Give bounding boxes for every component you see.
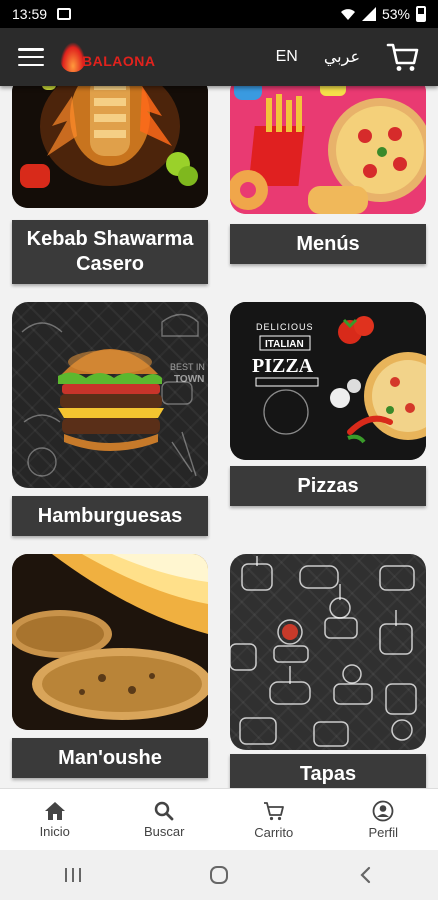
tapas-artwork xyxy=(230,556,417,747)
manoushe-artwork xyxy=(12,554,208,730)
nav-buscar[interactable]: Buscar xyxy=(110,789,220,850)
pizza-text-small: DELICIOUS xyxy=(256,322,314,332)
pizza-artwork: DELICIOUS ITALIAN PIZZA xyxy=(230,302,426,460)
burger-text-line2: TOWN xyxy=(174,374,204,385)
category-card-hamburguesas[interactable]: BEST IN TOWN Hamburguesas xyxy=(12,302,208,536)
app-header: BALAONA EN عربي xyxy=(0,28,438,86)
battery-percent: 53% xyxy=(381,6,410,22)
battery-icon xyxy=(416,6,426,22)
pizza-text-big: PIZZA xyxy=(252,355,314,377)
recents-button[interactable] xyxy=(53,860,93,890)
brand-logo[interactable]: BALAONA xyxy=(60,42,156,72)
home-icon xyxy=(44,801,65,820)
category-grid: Kebab Shawarma Casero Menús BEST IN TOWN… xyxy=(0,86,438,788)
recents-icon xyxy=(65,868,81,882)
category-label: Hamburguesas xyxy=(12,496,208,536)
brand-name: BALAONA xyxy=(82,53,156,69)
home-circle-icon xyxy=(210,866,228,884)
wifi-icon xyxy=(340,9,355,20)
status-bar: 13:59 53% xyxy=(0,0,438,28)
nav-label: Buscar xyxy=(144,823,185,839)
lang-en-button[interactable]: EN xyxy=(276,48,298,66)
category-card-pizzas[interactable]: DELICIOUS ITALIAN PIZZA Pizzas xyxy=(230,302,426,512)
profile-icon xyxy=(372,800,394,821)
category-label: Kebab Shawarma Casero xyxy=(12,220,208,284)
nav-carrito[interactable]: Carrito xyxy=(219,789,329,850)
category-label: Pizzas xyxy=(230,466,426,506)
status-time: 13:59 xyxy=(12,6,48,22)
menu-bar xyxy=(18,48,44,51)
cart-icon[interactable] xyxy=(386,40,420,74)
category-label: Menús xyxy=(230,224,426,264)
tapas-image xyxy=(230,554,426,750)
category-card-menus[interactable]: Menús xyxy=(230,86,426,264)
notification-icon xyxy=(57,8,72,20)
category-card-kebab[interactable]: Kebab Shawarma Casero xyxy=(12,86,208,284)
back-button[interactable] xyxy=(345,860,385,890)
manoushe-image xyxy=(12,554,208,730)
nav-inicio[interactable]: Inicio xyxy=(0,789,110,850)
system-nav-bar xyxy=(0,850,438,900)
home-button[interactable] xyxy=(199,860,239,890)
category-label: Tapas xyxy=(230,754,426,788)
menu-bar xyxy=(18,63,44,66)
status-right: 53% xyxy=(340,6,426,22)
burger-text-line1: BEST IN xyxy=(170,362,205,372)
kebab-artwork xyxy=(12,86,208,208)
category-card-tapas[interactable]: Tapas xyxy=(230,554,426,788)
nav-label: Inicio xyxy=(39,823,70,839)
menu-bar xyxy=(18,55,44,59)
category-card-manoushe[interactable]: Man'oushe xyxy=(12,554,208,778)
burger-artwork: BEST IN TOWN xyxy=(21,313,205,477)
menu-button[interactable] xyxy=(18,48,44,66)
app-screen: 13:59 53% BALAONA EN عربي Kebab Shawarma… xyxy=(0,0,438,900)
category-label: Man'oushe xyxy=(12,738,208,778)
menus-image xyxy=(230,86,426,214)
pizza-image: DELICIOUS ITALIAN PIZZA xyxy=(230,302,426,460)
menus-artwork xyxy=(230,86,426,214)
pizza-text-mid: ITALIAN xyxy=(265,339,304,350)
bottom-nav: Inicio Buscar Carrito Perfil xyxy=(0,788,438,850)
burger-image: BEST IN TOWN xyxy=(12,302,208,488)
cart-icon xyxy=(263,801,284,820)
nav-perfil[interactable]: Perfil xyxy=(329,789,438,850)
kebab-image xyxy=(12,86,208,208)
nav-label: Carrito xyxy=(254,824,294,840)
signal-icon xyxy=(361,7,376,21)
nav-label: Perfil xyxy=(368,824,399,840)
back-icon xyxy=(360,866,371,884)
lang-ar-button[interactable]: عربي xyxy=(324,47,360,67)
search-icon xyxy=(155,801,174,820)
